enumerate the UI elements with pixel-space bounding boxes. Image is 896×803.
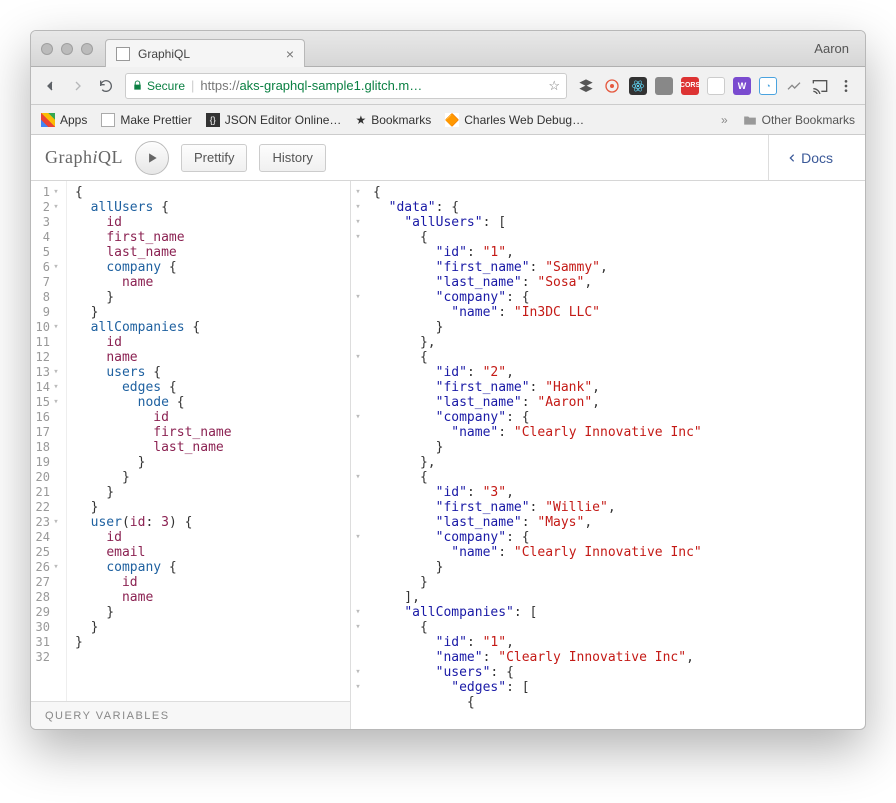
bookmark-label: Bookmarks [371,113,431,127]
ext-icon-2[interactable] [655,77,673,95]
graphiql-workspace: 1▾2▾3456▾78910▾111213▾14▾15▾161718192021… [31,181,865,729]
ext-icon-4[interactable]: W [733,77,751,95]
close-window-icon[interactable] [41,43,53,55]
bookmark-item[interactable]: {} JSON Editor Online… [206,113,342,127]
buffer-ext-icon[interactable] [577,77,595,95]
ext-icon-5[interactable]: ◔ [759,77,777,95]
chevron-left-icon [787,152,797,164]
prettify-button[interactable]: Prettify [181,144,247,172]
other-bookmarks-label: Other Bookmarks [762,113,855,127]
window-titlebar: GraphiQL × Aaron [31,31,865,67]
history-button[interactable]: History [259,144,325,172]
bookmark-star-icon[interactable]: ☆ [548,78,560,94]
folder-icon [742,113,758,127]
ext-icon-6[interactable] [785,77,803,95]
apps-bookmark[interactable]: Apps [41,113,87,127]
star-icon: ★ [355,113,366,127]
play-icon [145,151,159,165]
bookmark-label: Apps [60,113,87,127]
other-bookmarks[interactable]: Other Bookmarks [742,113,855,127]
cast-icon[interactable] [811,77,829,95]
bookmarks-bar: Apps Make Prettier {} JSON Editor Online…… [31,105,865,135]
query-editor[interactable]: 1▾2▾3456▾78910▾111213▾14▾15▾161718192021… [31,181,350,701]
url-text: https://aks-graphql-sample1.glitch.m… [200,78,422,93]
react-devtools-icon[interactable] [629,77,647,95]
query-variables-label: QUERY VARIABLES [45,710,170,722]
browser-navbar: Secure | https://aks-graphql-sample1.gli… [31,67,865,105]
query-source[interactable]: { allUsers { id first_name last_name com… [67,181,247,701]
close-tab-icon[interactable]: × [286,46,294,62]
chevron-right-icon[interactable]: » [721,113,728,127]
tab-title: GraphiQL [138,47,190,61]
graphiql-toolbar: GraphiQL Prettify History Docs [31,135,865,181]
result-source: { "data": { "allUsers": [ { "id": "1", "… [365,181,718,729]
address-bar[interactable]: Secure | https://aks-graphql-sample1.gli… [125,73,567,99]
extensions-row: CORS W ◔ [577,77,855,95]
minimize-window-icon[interactable] [61,43,73,55]
docs-label: Docs [801,150,833,166]
secure-indicator: Secure [132,79,185,93]
bookmark-item[interactable]: 🔶 Charles Web Debug… [445,113,584,127]
result-gutter: ▾▾▾▾▾▾▾▾▾▾▾▾▾ [351,181,365,729]
traffic-lights [41,43,93,55]
graphiql-logo: GraphiQL [45,147,123,168]
execute-button[interactable] [135,141,169,175]
maximize-window-icon[interactable] [81,43,93,55]
bookmark-label: Charles Web Debug… [464,113,584,127]
page-icon [116,47,130,61]
bookmark-label: Make Prettier [120,113,191,127]
page-icon [101,113,115,127]
reload-button[interactable] [97,77,115,95]
profile-name[interactable]: Aaron [814,41,855,56]
bookmark-item[interactable]: ★ Bookmarks [355,113,431,127]
lock-icon [132,80,143,91]
charles-icon: 🔶 [445,113,459,127]
apps-icon [41,113,55,127]
line-gutter: 1▾2▾3456▾78910▾111213▾14▾15▾161718192021… [31,181,67,701]
bookmark-item[interactable]: Make Prettier [101,113,191,127]
result-viewer[interactable]: ▾▾▾▾▾▾▾▾▾▾▾▾▾ { "data": { "allUsers": [ … [351,181,865,729]
back-button[interactable] [41,77,59,95]
result-pane: ▾▾▾▾▾▾▾▾▾▾▾▾▾ { "data": { "allUsers": [ … [351,181,865,729]
browser-tab[interactable]: GraphiQL × [105,39,305,67]
forward-button[interactable] [69,77,87,95]
query-pane: 1▾2▾3456▾78910▾111213▾14▾15▾161718192021… [31,181,351,729]
ext-icon[interactable] [603,77,621,95]
secure-label: Secure [147,79,185,93]
cors-ext-icon[interactable]: CORS [681,77,699,95]
menu-button[interactable] [837,77,855,95]
bookmark-label: JSON Editor Online… [225,113,342,127]
docs-button[interactable]: Docs [768,135,851,180]
ext-icon-3[interactable] [707,77,725,95]
query-variables-toggle[interactable]: QUERY VARIABLES [31,701,350,729]
json-icon: {} [206,113,220,127]
